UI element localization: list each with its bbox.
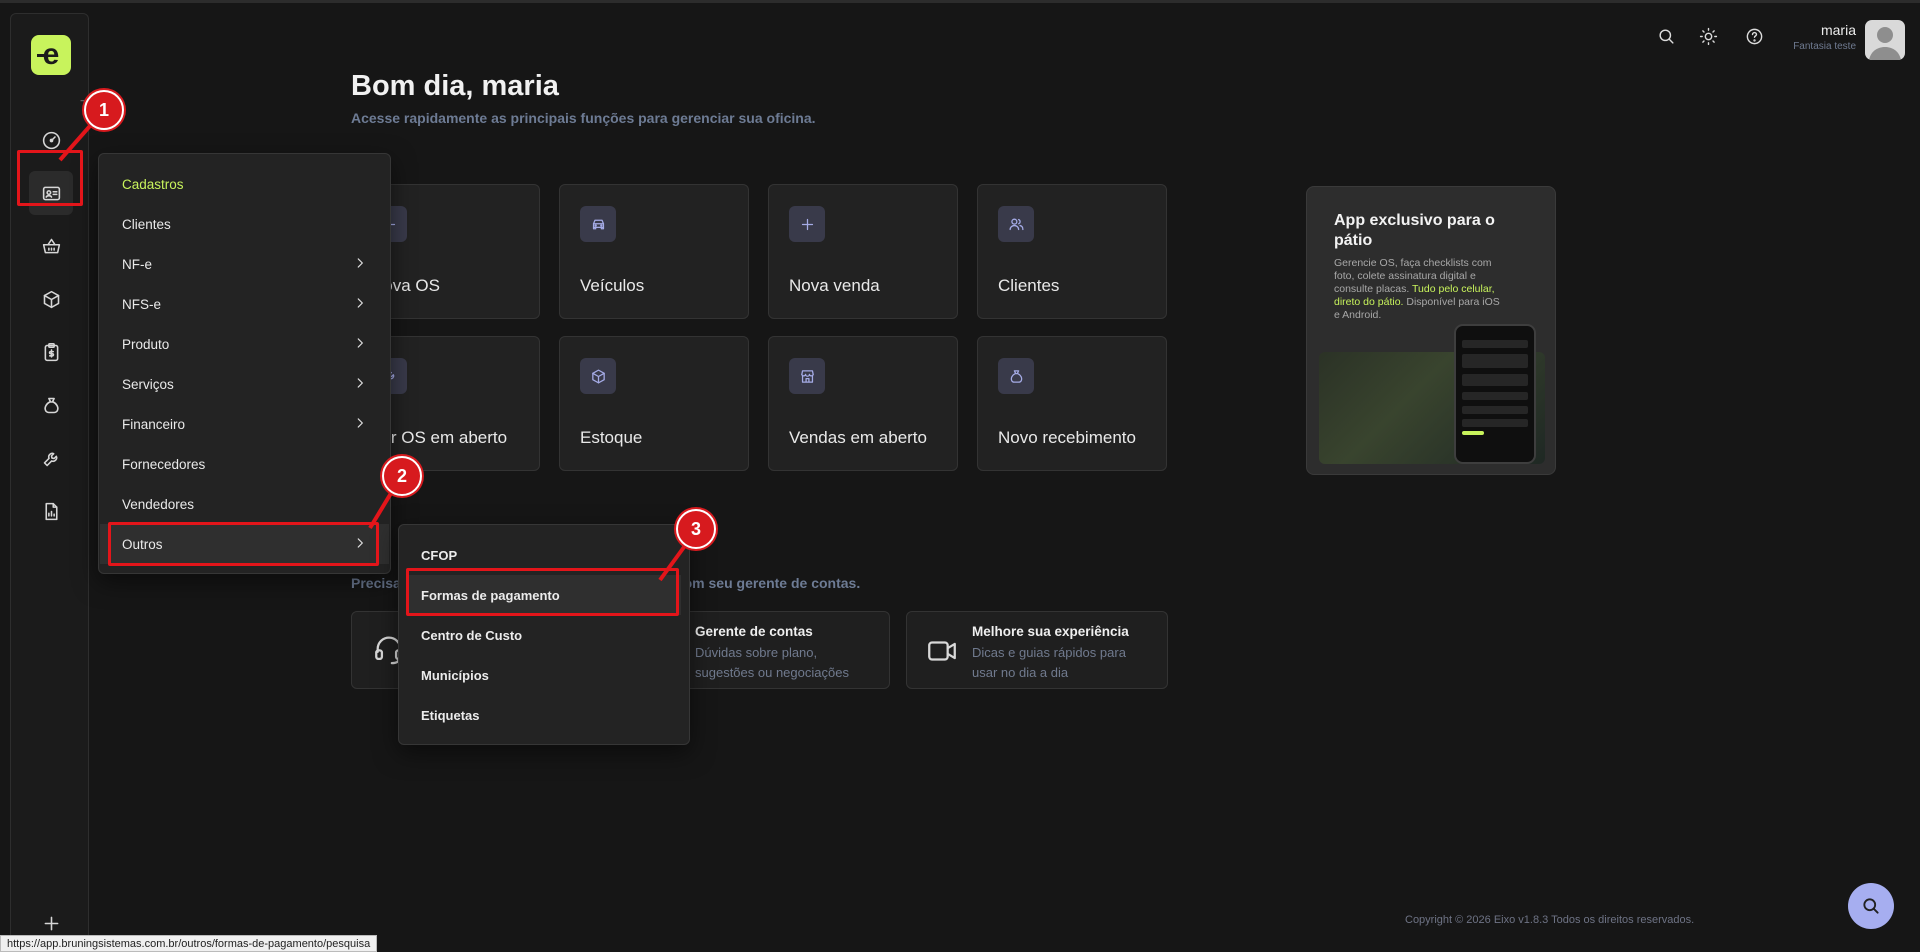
search-icon — [1863, 898, 1879, 914]
highlight-box-sidebar — [17, 150, 83, 206]
copyright: Copyright © 2026 Eixo v1.8.3 Todos os di… — [1405, 914, 1695, 926]
step-badge-3: 3 — [676, 509, 716, 549]
status-bar-url: https://app.bruningsistemas.com.br/outro… — [0, 935, 378, 952]
annotation-lines — [58, 108, 697, 582]
search-fab-button[interactable] — [1848, 883, 1894, 929]
step-badge-2: 2 — [382, 456, 422, 496]
highlight-box-formas-pagamento — [406, 568, 679, 616]
step-badge-1: 1 — [84, 90, 124, 130]
highlight-box-outros — [108, 522, 379, 566]
